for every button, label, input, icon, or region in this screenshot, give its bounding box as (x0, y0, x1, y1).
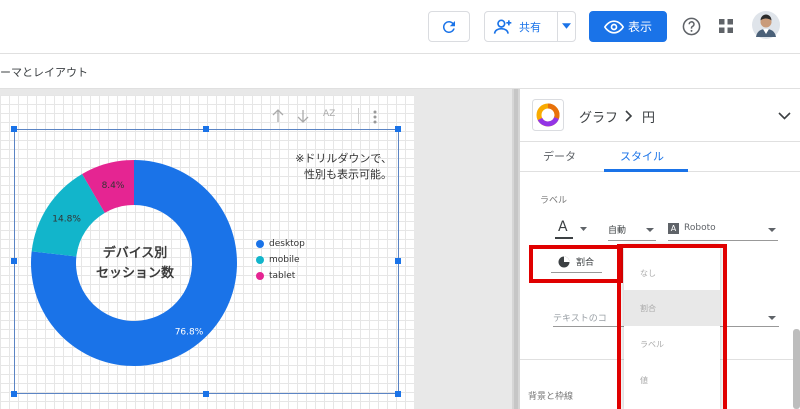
legend-swatch-desktop (256, 240, 264, 248)
section-bg-title: 背景と枠線 (528, 392, 574, 402)
donut-chart[interactable]: 76.8% 14.8% 8.4% (0, 95, 414, 409)
center-title-line2: セッション数 (95, 266, 174, 281)
eye-icon (603, 19, 624, 34)
apps-grid-icon[interactable] (719, 19, 733, 33)
font-family-value: Roboto (684, 223, 716, 233)
tab-style[interactable]: スタイル (620, 148, 664, 164)
caret-down-icon (580, 227, 587, 231)
report-page: AZ 76.8%14.8%8.4% デバイス別 セッション数 desktop (0, 95, 414, 409)
tab-data[interactable]: データ (543, 148, 576, 164)
slice-label-mobile: 14.8% (52, 215, 81, 225)
legend-label-tablet: tablet (269, 271, 296, 281)
splitter-bar (514, 89, 518, 409)
refresh-button[interactable] (428, 11, 470, 42)
avatar[interactable] (752, 11, 780, 39)
report-canvas: AZ 76.8%14.8%8.4% デバイス別 セッション数 desktop (0, 89, 512, 409)
font-size-value: 自動 (608, 226, 627, 236)
legend-item-mobile[interactable]: mobile (256, 255, 300, 265)
share-divider (557, 12, 558, 41)
view-button[interactable]: 表示 (589, 11, 667, 42)
highlight-box-dropdown (617, 244, 727, 409)
add-person-icon (493, 19, 512, 34)
legend-swatch-tablet (256, 272, 264, 280)
note-line1: ※ドリルダウンで、 (295, 152, 392, 165)
active-tab-indicator (604, 169, 688, 172)
chart-center-title: デバイス別 セッション数 (79, 244, 191, 284)
sub-toolbar: ーマとレイアウト (0, 54, 800, 89)
font-color-swatch (555, 237, 573, 239)
caret-down-icon (768, 316, 776, 320)
chart-note[interactable]: ※ドリルダウンで、 性別も表示可能。 (262, 151, 392, 183)
legend-label-mobile: mobile (269, 255, 300, 265)
legend-swatch-mobile (256, 256, 264, 264)
center-title-line1: デバイス別 (102, 246, 168, 261)
pie-chart-type-icon (532, 99, 564, 131)
font-size-select[interactable]: 自動 (608, 221, 656, 241)
text-placeholder: テキストのコ (553, 314, 607, 324)
caret-down-icon[interactable] (562, 23, 571, 29)
font-color-picker[interactable]: A (550, 217, 590, 241)
slice-label-tablet: 8.4% (102, 181, 125, 191)
font-color-letter: A (558, 219, 568, 235)
caret-down-icon (646, 228, 654, 232)
panel-splitter[interactable] (512, 89, 520, 409)
properties-panel: グラフ 円 データ スタイル ラベル A 自動 A Roboto 割合 テキスト… (520, 89, 800, 409)
chart-type-label: グラフ (579, 111, 619, 126)
legend-item-tablet[interactable]: tablet (256, 271, 295, 281)
panel-scrollbar[interactable] (793, 329, 800, 409)
chevron-down-icon[interactable] (778, 112, 791, 120)
panel-tabs: データ スタイル (520, 142, 800, 172)
caret-down-icon (768, 228, 776, 232)
font-family-icon: A (668, 223, 679, 234)
font-family-select[interactable]: A Roboto (668, 221, 778, 241)
chart-type-header[interactable]: グラフ 円 (520, 89, 800, 142)
highlight-box-label-type (529, 245, 623, 283)
note-line2: 性別も表示可能。 (304, 168, 392, 181)
share-label: 共有 (519, 20, 541, 34)
chart-subtype-label: 円 (642, 111, 656, 126)
chevron-right-icon (625, 110, 633, 122)
legend-label-desktop: desktop (269, 239, 305, 249)
refresh-icon (442, 20, 455, 33)
theme-layout-menu[interactable]: ーマとレイアウト (0, 64, 88, 80)
help-icon[interactable] (682, 17, 701, 36)
share-button[interactable]: 共有 (484, 11, 576, 42)
slice-label-desktop: 76.8% (175, 328, 204, 338)
section-label-title: ラベル (540, 196, 568, 206)
legend-item-desktop[interactable]: desktop (256, 239, 305, 249)
view-label: 表示 (627, 20, 652, 34)
top-toolbar: 共有 表示 (0, 0, 800, 54)
